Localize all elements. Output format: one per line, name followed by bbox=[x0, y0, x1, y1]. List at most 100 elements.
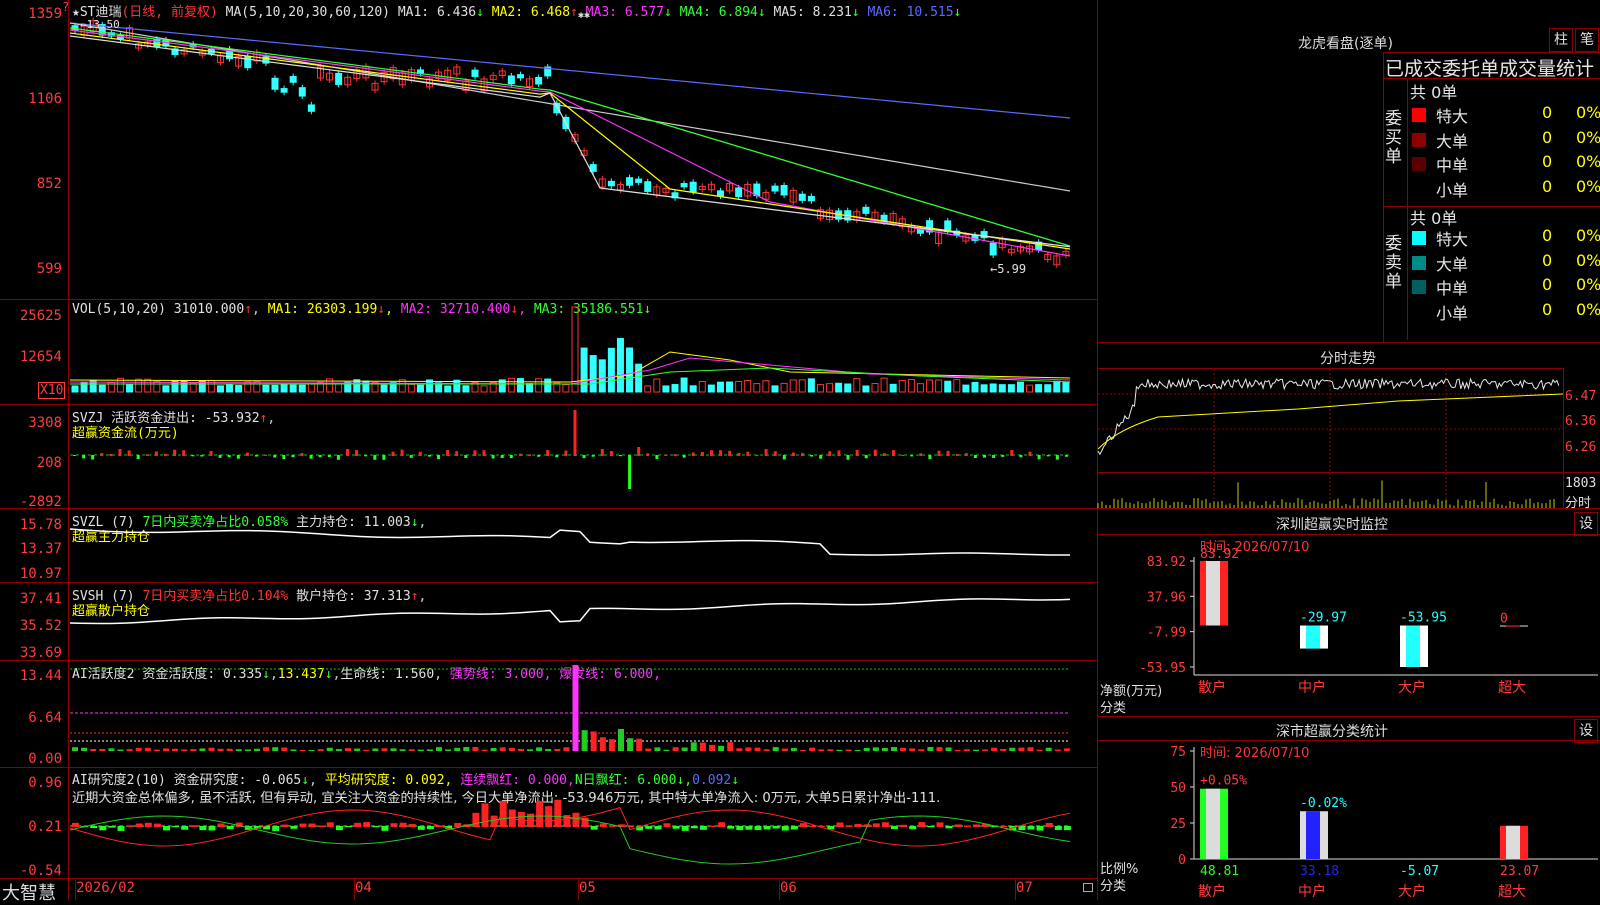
candle bbox=[507, 75, 515, 85]
flow-bar bbox=[619, 455, 622, 457]
research-bar bbox=[891, 826, 898, 830]
sz-monitor-settings-button[interactable]: 设 bbox=[1574, 512, 1598, 536]
price-tick: 1106 bbox=[28, 91, 62, 107]
flow-bar bbox=[318, 455, 322, 458]
bar-value-label: 48.81 bbox=[1200, 864, 1239, 879]
ai-active-tick: 0.00 bbox=[28, 751, 62, 767]
flow-bar bbox=[773, 451, 777, 456]
flow-bar bbox=[1046, 455, 1050, 457]
sz-monitor-chart[interactable]: 83.92 37.96 -7.99 -53.95 83.92 散户 -29.97 中户 -53.… bbox=[1098, 535, 1600, 715]
flow-bar bbox=[73, 455, 76, 457]
volume-bar bbox=[844, 383, 852, 393]
flow-bar bbox=[464, 455, 468, 458]
main-holding-chart[interactable] bbox=[69, 509, 1096, 582]
candle bbox=[335, 72, 343, 85]
volume-bar bbox=[589, 355, 597, 393]
event-marker-icon[interactable]: ✱✱ bbox=[578, 11, 590, 21]
flow-bar bbox=[855, 449, 859, 456]
flow-bar bbox=[1010, 449, 1014, 456]
flow-bar bbox=[710, 450, 713, 456]
category-bar bbox=[1300, 625, 1328, 649]
active-bar bbox=[263, 747, 270, 751]
flow-bar bbox=[682, 455, 686, 458]
vol-tick: 25625 bbox=[19, 308, 62, 324]
candle bbox=[644, 181, 652, 192]
research-bar bbox=[363, 822, 371, 827]
order-size-label: 中单 bbox=[1436, 156, 1469, 175]
flow-bar bbox=[346, 449, 349, 456]
active-bar bbox=[936, 747, 943, 751]
research-bar bbox=[72, 822, 79, 827]
volume-bar bbox=[816, 384, 824, 393]
volume-chart[interactable] bbox=[69, 300, 1096, 404]
order-size-row: 特大 0 0% bbox=[1410, 226, 1600, 250]
research-bar bbox=[208, 826, 216, 831]
active-bar bbox=[836, 749, 843, 751]
active-bar bbox=[554, 749, 561, 751]
order-percent: 0% bbox=[1576, 299, 1600, 319]
research-bar bbox=[572, 812, 580, 827]
active-bar bbox=[718, 745, 725, 751]
flow-bar bbox=[409, 455, 413, 458]
ai-active-chart[interactable] bbox=[70, 661, 1096, 767]
active-bar bbox=[863, 747, 870, 751]
research-bar bbox=[163, 826, 170, 831]
candlestick-chart[interactable] bbox=[69, 17, 1096, 298]
research-bar bbox=[681, 826, 689, 831]
brand-logo[interactable]: 大智慧 bbox=[2, 879, 56, 905]
retail-holding-chart[interactable] bbox=[69, 583, 1096, 660]
ai-research-chart[interactable] bbox=[69, 768, 1096, 878]
main-chart-area[interactable]: 1359 1106 852 599 ? ★ST迪瑞(日线, 前复权) MA(5,… bbox=[0, 0, 1098, 904]
volume-bar bbox=[416, 384, 424, 393]
active-bar bbox=[81, 747, 88, 751]
flow-bar bbox=[1001, 455, 1005, 457]
capital-flow-chart[interactable] bbox=[70, 405, 1096, 508]
lock-icon[interactable] bbox=[1083, 883, 1093, 892]
active-bar bbox=[1036, 749, 1043, 751]
volume-bar bbox=[98, 384, 106, 393]
research-bar bbox=[417, 826, 425, 830]
category-label: 大户 bbox=[1398, 679, 1426, 696]
pen-view-button[interactable]: 笔 bbox=[1575, 28, 1599, 52]
candle bbox=[271, 77, 279, 90]
ma-line bbox=[69, 35, 1071, 248]
volume-bar bbox=[189, 383, 197, 393]
candle bbox=[153, 38, 161, 48]
research-bar bbox=[763, 826, 771, 830]
category-label: 中户 bbox=[1298, 679, 1326, 696]
flow-bar bbox=[555, 455, 559, 458]
date-tick: 04 bbox=[355, 880, 372, 896]
volume-bar bbox=[889, 383, 897, 393]
flow-bar bbox=[200, 455, 204, 457]
order-size-label: 小单 bbox=[1436, 303, 1469, 323]
date-tick: 06 bbox=[780, 880, 797, 896]
active-bar bbox=[290, 749, 297, 751]
sz-class-chart[interactable]: 75 50 25 0 +0.05% 48.81 散户 -0.02% 33.18 中户 -5.07 大户… bbox=[1098, 741, 1600, 900]
active-bar bbox=[963, 749, 970, 751]
price-scale-question[interactable]: ? bbox=[62, 0, 69, 14]
right-sidebar: 龙虎看盘(逐单) 柱 笔 已成交委托单成交量统计 委买单 委卖单 共 0单 共 … bbox=[1097, 0, 1600, 900]
holding-line bbox=[69, 598, 1071, 625]
order-percent: 0% bbox=[1576, 226, 1600, 245]
bar-value-label: -53.95 bbox=[1400, 611, 1447, 626]
volume-bar bbox=[971, 381, 979, 393]
flow-bar bbox=[828, 451, 832, 456]
bar-value-label: 23.07 bbox=[1500, 864, 1539, 879]
category-bar bbox=[1400, 625, 1428, 667]
order-percent: 0% bbox=[1576, 250, 1600, 270]
flow-bar bbox=[873, 449, 877, 456]
active-bar bbox=[254, 748, 260, 751]
research-bar bbox=[472, 812, 480, 827]
volume-bar bbox=[462, 385, 470, 393]
research-bar bbox=[599, 823, 607, 827]
research-bar bbox=[1063, 826, 1071, 831]
volume-bar bbox=[871, 382, 879, 393]
vol-unit-badge[interactable]: X10 bbox=[38, 382, 66, 399]
volume-bar bbox=[789, 379, 797, 393]
pillar-view-button[interactable]: 柱 bbox=[1549, 28, 1573, 52]
flow-bar bbox=[609, 451, 613, 456]
research-bar bbox=[226, 826, 234, 830]
volume-bar bbox=[307, 383, 315, 393]
intraday-chart[interactable] bbox=[1097, 369, 1564, 508]
active-bar bbox=[354, 748, 361, 751]
